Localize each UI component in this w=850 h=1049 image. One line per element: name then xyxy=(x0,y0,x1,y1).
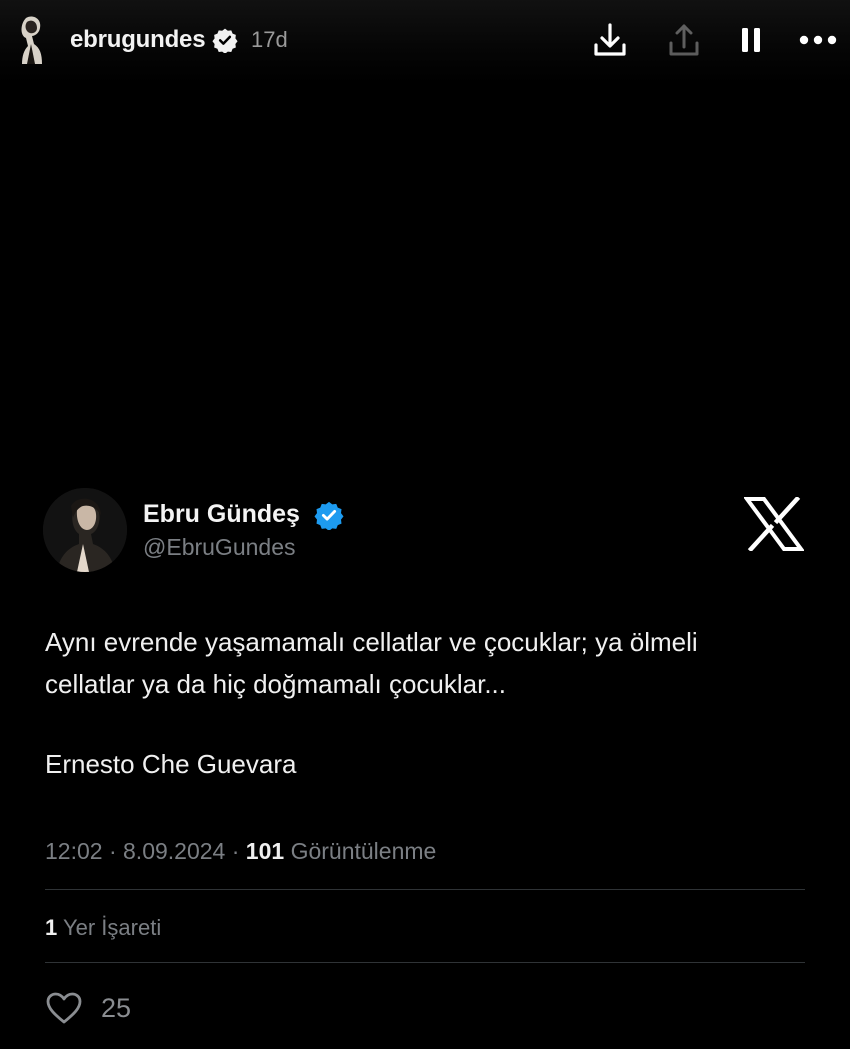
tweet-handle[interactable]: @EbruGundes xyxy=(143,534,296,561)
pause-icon xyxy=(742,28,760,52)
like-button[interactable]: 25 xyxy=(45,988,131,1028)
pause-button[interactable] xyxy=(729,18,773,62)
story-age: 17d xyxy=(251,27,288,52)
tweet-text: Aynı evrende yaşamamalı cellatlar ve çoc… xyxy=(45,627,698,699)
divider xyxy=(45,889,805,890)
download-icon xyxy=(594,23,626,56)
tweet-avatar[interactable] xyxy=(43,488,127,572)
download-button[interactable] xyxy=(588,18,632,62)
heart-icon xyxy=(46,992,82,1024)
share-button[interactable] xyxy=(662,18,706,62)
views-label: Görüntülenme xyxy=(290,838,437,864)
verified-badge-icon xyxy=(314,501,344,530)
bookmarks-label: Yer İşareti xyxy=(62,915,162,940)
share-icon xyxy=(669,24,699,56)
more-icon xyxy=(799,35,837,45)
more-options-button[interactable] xyxy=(796,18,840,62)
divider xyxy=(45,962,805,963)
tweet-display-name[interactable]: Ebru Gündeş xyxy=(143,500,300,529)
bookmarks-stat[interactable]: 1 Yer İşareti xyxy=(45,915,161,941)
story-avatar[interactable] xyxy=(12,14,50,66)
story-header: ebrugundes 17d xyxy=(0,0,850,84)
views-count: 101 xyxy=(245,838,285,864)
tweet-date[interactable]: 8.09.2024 xyxy=(123,838,225,864)
bookmarks-count: 1 xyxy=(45,915,58,940)
likes-count: 25 xyxy=(101,992,132,1023)
verified-badge-icon xyxy=(212,28,238,53)
meta-separator: · xyxy=(108,838,124,864)
tweet-quote-author: Ernesto Che Guevara xyxy=(45,749,297,779)
tweet-time[interactable]: 12:02 xyxy=(45,838,103,864)
story-username[interactable]: ebrugundes xyxy=(70,26,206,54)
meta-separator: · xyxy=(231,838,246,864)
tweet-meta: 12:02 · 8.09.2024 · 101 Görüntülenme xyxy=(45,838,436,865)
x-logo xyxy=(744,497,804,551)
